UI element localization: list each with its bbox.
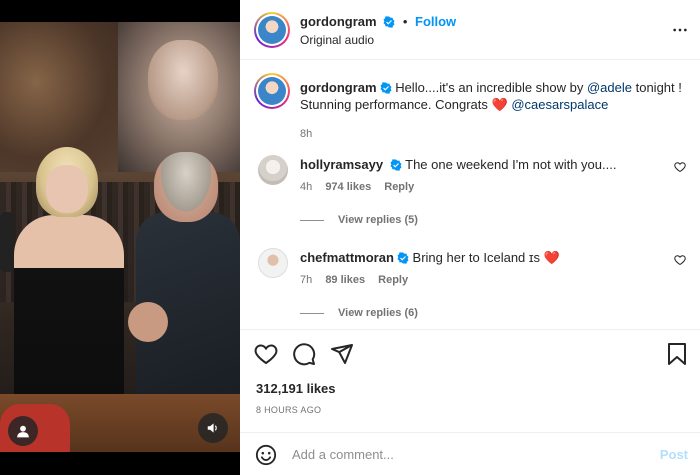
comment-text: hollyramsayy The one weekend I'm not wit… [300,157,617,172]
reply-button[interactable]: Reply [384,181,414,193]
more-options-icon[interactable] [672,22,688,38]
commenter-avatar[interactable] [258,248,288,278]
comment-icon[interactable] [292,342,316,366]
comment-composer: Post [240,432,700,475]
heart-icon[interactable] [254,342,278,366]
comment-likes[interactable]: 974 likes [325,181,371,193]
comment-meta: 7h 89 likes Reply [300,274,418,286]
reply-button[interactable]: Reply [378,274,408,286]
verified-badge-icon [383,16,395,28]
follow-button[interactable]: Follow [415,14,456,29]
user-tags-icon [17,425,29,438]
mention-adele[interactable]: @adele [587,80,632,95]
post-video[interactable] [0,0,240,475]
jumbotron-screen [118,22,240,172]
caption-time[interactable]: 8h [300,128,312,140]
author-line: gordongram • Follow [300,14,456,29]
post-comment-button[interactable]: Post [660,447,688,462]
verified-badge-icon [397,252,409,264]
author-username[interactable]: gordongram [300,14,377,29]
comment-input[interactable] [292,444,632,464]
commenter-username[interactable]: hollyramsayy [300,157,383,172]
post-timestamp[interactable]: 8 HOURS AGO [256,405,321,415]
comment-meta: 4h 974 likes Reply [300,181,424,193]
microphone [0,212,14,272]
red-heart-emoji: ❤️ [543,250,560,265]
emoji-icon[interactable] [255,444,277,466]
instagram-post-modal: gordongram • Follow Original audio gordo… [0,0,700,475]
comment-time[interactable]: 7h [300,274,312,286]
post-actions: 312,191 likes 8 HOURS AGO [240,329,700,429]
comment-likes[interactable]: 89 likes [325,274,365,286]
verified-badge-icon [390,159,402,171]
red-heart-emoji: ❤️ [491,97,508,112]
verified-badge-icon [380,82,392,94]
comment-time[interactable]: 4h [300,181,312,193]
view-replies-button[interactable]: View replies (6) [300,307,418,319]
separator-dot: • [402,14,408,29]
comments-section[interactable]: gordongram Hello....it's an incredible s… [240,61,700,329]
likes-count[interactable]: 312,191 likes [256,381,336,396]
video-frame[interactable] [0,22,240,452]
user-tags-button[interactable] [8,416,38,446]
comment-text: chefmattmoran Bring her to Iceland ɪs ❤️ [300,250,560,265]
audio-link[interactable]: Original audio [300,33,374,47]
caption-username[interactable]: gordongram [300,80,377,95]
performer [8,147,128,427]
caption-avatar[interactable] [254,73,290,109]
share-icon[interactable] [330,342,354,366]
mention-caesarspalace[interactable]: @caesarspalace [511,97,608,112]
sound-icon [207,423,217,433]
author-avatar[interactable] [254,12,290,48]
view-replies-button[interactable]: View replies (5) [300,214,418,226]
post-header: gordongram • Follow Original audio [240,0,700,60]
comment-like-icon[interactable] [674,161,686,173]
commenter-avatar[interactable] [258,155,288,185]
bookmark-icon[interactable] [666,342,688,366]
post-panel: gordongram • Follow Original audio gordo… [240,0,700,475]
sound-toggle-button[interactable] [198,413,228,443]
commenter-username[interactable]: chefmattmoran [300,250,394,265]
caption-text: gordongram Hello....it's an incredible s… [300,80,682,112]
comment-like-icon[interactable] [674,254,686,266]
